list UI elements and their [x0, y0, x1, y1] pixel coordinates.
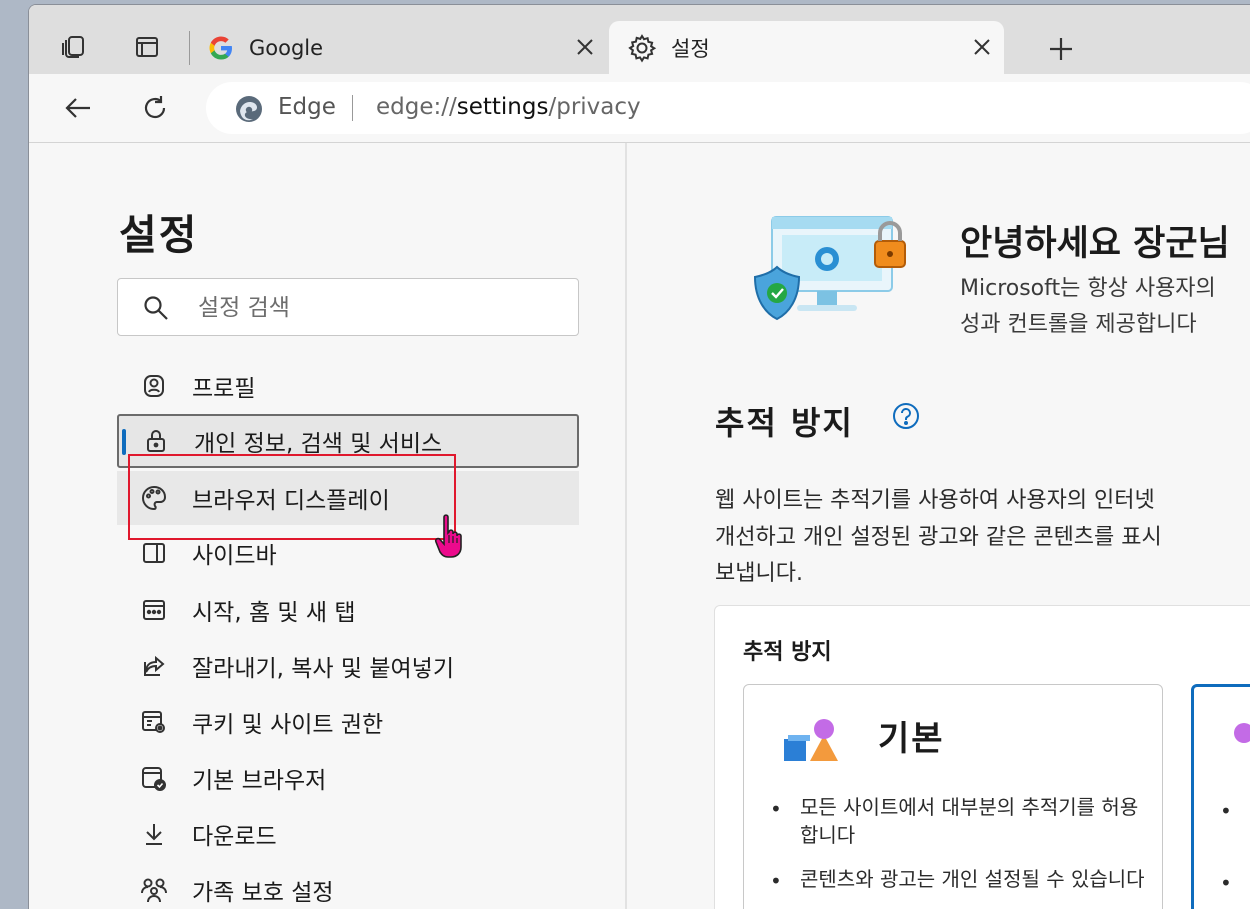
download-icon [139, 819, 169, 849]
url-scheme: edge:// [376, 94, 457, 120]
close-icon [577, 39, 593, 55]
share-icon [139, 651, 169, 681]
sidebar-item-cookies-permissions[interactable]: 쿠키 및 사이트 권한 [117, 695, 579, 749]
edge-label: Edge [278, 94, 336, 120]
tracking-option-basic[interactable]: 기본 • 모든 사이트에서 대부분의 추적기를 허용합니다 • 콘텐츠와 광고는… [743, 684, 1163, 909]
start-home-icon [139, 595, 169, 625]
cookie-settings-icon [139, 707, 169, 737]
close-icon [974, 39, 990, 55]
tracking-prevention-card: 추적 방지 기본 • 모든 사이트에서 대부분의 추적기를 허용합니다 • 콘텐… [714, 605, 1250, 909]
workspaces-button[interactable] [54, 27, 94, 67]
sidebar-item-label: 잘라내기, 복사 및 붙여넣기 [192, 656, 455, 682]
tab-title: Google [249, 35, 324, 60]
sidebar-item-profile[interactable]: 프로필 [117, 359, 579, 413]
sidebar-item-label: 프로필 [192, 376, 256, 402]
hero-text-line: 성과 컨트롤을 제공합니다 [960, 312, 1197, 337]
refresh-button[interactable] [132, 85, 178, 131]
profile-icon [139, 371, 169, 401]
plus-icon [1050, 38, 1072, 60]
bullet-dot: • [770, 797, 782, 821]
back-arrow-icon [65, 98, 90, 118]
tab-separator [189, 31, 190, 65]
bullet-text: 모든 사이트에서 대부분의 추적기를 허용합니다 [800, 795, 1139, 847]
sidebar-item-label: 쿠키 및 사이트 권한 [192, 712, 384, 738]
sidebar-item-family[interactable]: 가족 보호 설정 [117, 863, 579, 909]
browser-window: Google 설정 Edge edge://settings/privacy 설… [28, 4, 1250, 909]
settings-search-box[interactable] [117, 278, 579, 336]
family-icon [139, 875, 169, 905]
new-tab-button[interactable] [1039, 27, 1083, 71]
address-separator [352, 95, 353, 121]
sidebar-item-label: 기본 브라우저 [192, 768, 327, 794]
search-icon [144, 296, 168, 320]
google-g-icon [209, 36, 232, 59]
tab-strip: Google 설정 [29, 5, 1250, 74]
tab-actions-icon [136, 37, 158, 57]
highlight-annotation-box [128, 454, 456, 540]
tab-close-button[interactable] [571, 33, 599, 61]
lock-icon [141, 426, 171, 456]
shapes-icon [1234, 723, 1250, 743]
sidebar-item-label: 시작, 홈 및 새 탭 [192, 600, 356, 626]
edge-logo-icon [236, 96, 262, 122]
help-icon[interactable] [891, 401, 921, 431]
refresh-icon [144, 96, 166, 119]
sidebar-icon [139, 538, 169, 568]
address-bar[interactable]: Edge edge://settings/privacy [206, 82, 1250, 134]
description-line: 보냅니다. [715, 561, 803, 586]
tracking-option-balanced[interactable]: • • [1191, 684, 1250, 909]
tab-title: 설정 [671, 36, 710, 61]
vertical-tabs-button[interactable] [127, 27, 167, 67]
hero-text-line: Microsoft는 항상 사용자의 [960, 276, 1216, 301]
sidebar-item-default-browser[interactable]: 기본 브라우저 [117, 751, 579, 805]
url-host: settings [456, 94, 549, 120]
bullet-dot: • [770, 869, 782, 893]
section-title: 추적 방지 [715, 404, 854, 442]
gear-icon [628, 33, 657, 62]
sidebar-item-downloads[interactable]: 다운로드 [117, 807, 579, 861]
sidebar-title: 설정 [119, 211, 199, 259]
tab-google[interactable]: Google [199, 21, 607, 74]
toolbar: Edge edge://settings/privacy [29, 74, 1250, 143]
sidebar-item-label: 사이드바 [192, 543, 277, 569]
url-text[interactable]: edge://settings/privacy [376, 94, 641, 120]
url-path: /privacy [548, 94, 641, 120]
workspaces-icon [62, 36, 84, 58]
sidebar-item-label: 가족 보호 설정 [192, 880, 334, 906]
sidebar-item-start-home[interactable]: 시작, 홈 및 새 탭 [117, 583, 579, 637]
default-browser-icon [139, 763, 169, 793]
tab-settings[interactable]: 설정 [609, 21, 1004, 74]
description-line: 개선하고 개인 설정된 광고와 같은 콘텐츠를 표시 [715, 525, 1162, 550]
bullet-text: 콘텐츠와 광고는 개인 설정될 수 있습니다 [800, 867, 1145, 891]
bullet-dot: • [1220, 799, 1232, 823]
option-name: 기본 [878, 719, 945, 759]
hand-pointer-cursor-icon [434, 514, 462, 558]
settings-sidebar: 설정 프로필 개인 정보, 검색 및 서비스 브라우저 디스플레이 [29, 143, 627, 909]
sidebar-item-label: 다운로드 [192, 824, 277, 850]
shapes-icon [784, 719, 838, 761]
tab-close-button[interactable] [968, 33, 996, 61]
back-button[interactable] [55, 85, 101, 131]
card-title: 추적 방지 [743, 640, 832, 665]
settings-content: 안녕하세요 장군님 Microsoft는 항상 사용자의 성과 컨트롤을 제공합… [627, 143, 1250, 909]
greeting-title: 안녕하세요 장군님 [960, 224, 1230, 264]
sidebar-item-share-copy-paste[interactable]: 잘라내기, 복사 및 붙여넣기 [117, 639, 579, 693]
description-line: 웹 사이트는 추적기를 사용하여 사용자의 인터넷 [715, 488, 1155, 513]
search-input[interactable] [196, 291, 560, 325]
privacy-illustration-icon [753, 216, 906, 321]
bullet-dot: • [1220, 871, 1232, 895]
sidebar-item-label: 개인 정보, 검색 및 서비스 [194, 431, 443, 457]
